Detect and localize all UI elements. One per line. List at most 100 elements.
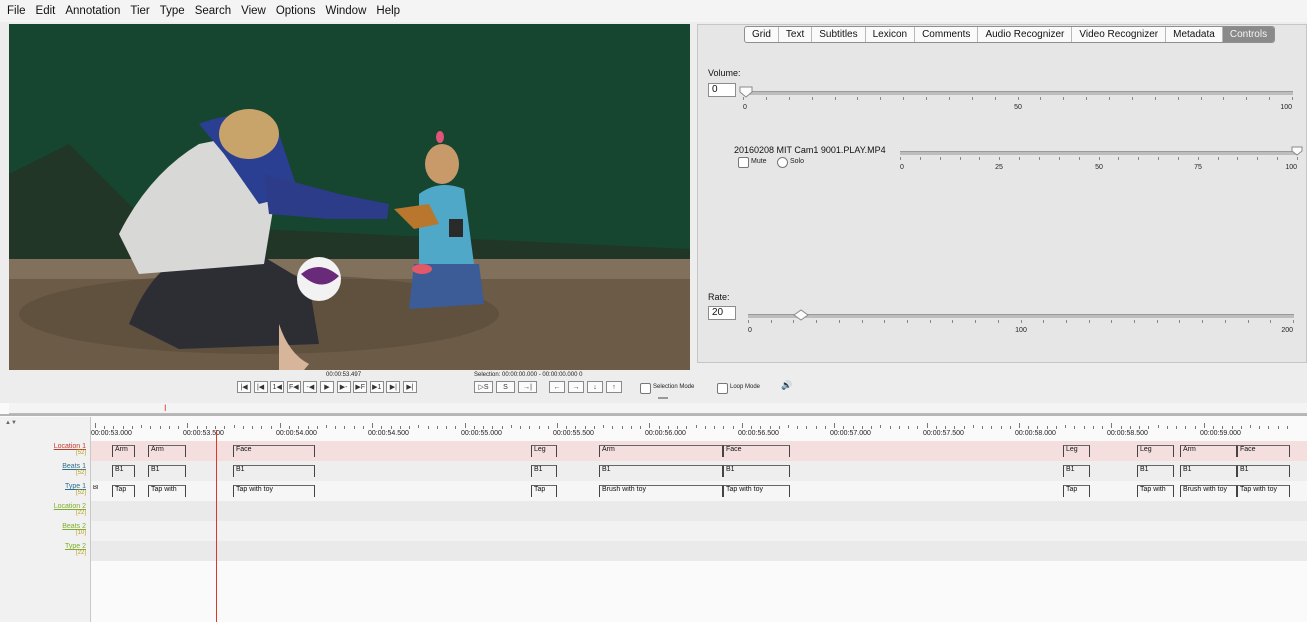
loop-mode-checkbox[interactable] bbox=[717, 383, 728, 394]
player-button-0[interactable]: |◀ bbox=[237, 381, 251, 393]
selection-button-5[interactable]: ↓ bbox=[587, 381, 603, 393]
tab-comments[interactable]: Comments bbox=[915, 27, 979, 42]
player-button-6[interactable]: ▶- bbox=[336, 381, 351, 393]
tab-video-recognizer[interactable]: Video Recognizer bbox=[1072, 27, 1167, 42]
tab-grid[interactable]: Grid bbox=[745, 27, 779, 42]
tier-row[interactable] bbox=[91, 521, 1307, 541]
menu-edit[interactable]: Edit bbox=[31, 5, 61, 17]
solo-radio[interactable] bbox=[777, 157, 788, 168]
video-image bbox=[9, 24, 690, 370]
file-volume-slider-track[interactable] bbox=[900, 151, 1298, 155]
tab-subtitles[interactable]: Subtitles bbox=[812, 27, 866, 42]
overview-ruler[interactable] bbox=[9, 403, 1307, 414]
menu-tier[interactable]: Tier bbox=[125, 5, 154, 17]
selection-button-4[interactable]: → bbox=[568, 381, 584, 393]
tab-controls[interactable]: Controls bbox=[1222, 27, 1275, 42]
annotation-beats1[interactable]: B1 bbox=[531, 465, 557, 477]
annotation-location1[interactable]: Leg bbox=[531, 445, 557, 457]
splitter-handle[interactable] bbox=[658, 397, 668, 399]
selection-button-3[interactable]: ← bbox=[549, 381, 565, 393]
tick-mark bbox=[1297, 157, 1298, 160]
annotation-type1-prefix[interactable]: Bl bbox=[91, 485, 100, 497]
tab-text[interactable]: Text bbox=[779, 27, 813, 42]
player-button-3[interactable]: F◀ bbox=[286, 381, 301, 393]
tier-label[interactable]: Location 2 [22] bbox=[0, 503, 90, 516]
menu-annotation[interactable]: Annotation bbox=[60, 5, 125, 17]
overview-cursor[interactable]: I bbox=[164, 403, 174, 415]
annotation-type1[interactable]: Tap with bbox=[1137, 485, 1174, 497]
annotation-beats1[interactable]: B1 bbox=[1063, 465, 1090, 477]
tick-mark bbox=[1293, 320, 1294, 323]
player-button-7[interactable]: ▶F bbox=[353, 381, 368, 393]
ruler-time-label: 00:00:56.000 bbox=[645, 430, 686, 437]
menu-help[interactable]: Help bbox=[371, 5, 405, 17]
annotation-location1[interactable]: Face bbox=[1237, 445, 1290, 457]
collapse-icon[interactable]: ▲▼ bbox=[5, 420, 17, 426]
menu-options[interactable]: Options bbox=[271, 5, 321, 17]
annotation-location1[interactable]: Face bbox=[233, 445, 315, 457]
annotation-location1[interactable]: Face bbox=[723, 445, 790, 457]
mute-checkbox[interactable] bbox=[738, 157, 749, 168]
selection-button-6[interactable]: ↑ bbox=[606, 381, 622, 393]
annotation-location1[interactable]: Leg bbox=[1063, 445, 1090, 457]
ruler-tick bbox=[945, 426, 946, 429]
menu-type[interactable]: Type bbox=[155, 5, 190, 17]
annotation-type1[interactable]: Tap with bbox=[148, 485, 186, 497]
ruler-tick bbox=[483, 426, 484, 429]
annotation-beats1[interactable]: B1 bbox=[1137, 465, 1174, 477]
tier-label[interactable]: Location 1 [52] bbox=[0, 443, 90, 456]
annotation-type1[interactable]: Tap bbox=[1063, 485, 1090, 497]
player-button-5[interactable]: ▶ bbox=[320, 381, 334, 393]
tab-metadata[interactable]: Metadata bbox=[1166, 27, 1223, 42]
player-button-1[interactable]: |◀ bbox=[253, 381, 268, 393]
annotation-location1[interactable]: Arm bbox=[1180, 445, 1237, 457]
menu-window[interactable]: Window bbox=[320, 5, 371, 17]
annotation-location1[interactable]: Arm bbox=[599, 445, 723, 457]
volume-slider-track[interactable] bbox=[743, 91, 1293, 95]
annotation-type1[interactable]: Brush with toy bbox=[1180, 485, 1237, 497]
tab-audio-recognizer[interactable]: Audio Recognizer bbox=[978, 27, 1073, 42]
annotation-beats1[interactable]: B1 bbox=[233, 465, 315, 477]
file-volume-slider-thumb[interactable] bbox=[1291, 146, 1303, 156]
tier-row[interactable] bbox=[91, 541, 1307, 561]
annotation-location1[interactable]: Leg bbox=[1137, 445, 1174, 457]
annotation-beats1[interactable]: B1 bbox=[599, 465, 723, 477]
annotation-type1[interactable]: Tap with toy bbox=[233, 485, 315, 497]
annotation-type1[interactable]: Tap with toy bbox=[1237, 485, 1290, 497]
tier-label[interactable]: Type 2 [22] bbox=[0, 543, 90, 556]
rate-input[interactable]: 20 bbox=[708, 306, 736, 320]
tier-label[interactable]: Beats 2 [10] bbox=[0, 523, 90, 536]
selection-button-2[interactable]: →| bbox=[518, 381, 537, 393]
menu-view[interactable]: View bbox=[236, 5, 271, 17]
player-button-10[interactable]: ▶| bbox=[403, 381, 417, 393]
annotation-beats1[interactable]: B1 bbox=[1180, 465, 1237, 477]
selection-button-0[interactable]: ▷S bbox=[474, 381, 493, 393]
annotation-location1[interactable]: Arm bbox=[112, 445, 135, 457]
annotation-type1[interactable]: Tap with toy bbox=[723, 485, 790, 497]
menu-file[interactable]: File bbox=[0, 5, 31, 17]
player-button-2[interactable]: 1◀ bbox=[270, 381, 285, 393]
selection-button-1[interactable]: S bbox=[496, 381, 515, 393]
annotation-type1[interactable]: Tap bbox=[112, 485, 135, 497]
annotation-beats1[interactable]: B1 bbox=[723, 465, 790, 477]
annotation-beats1[interactable]: B1 bbox=[1237, 465, 1290, 477]
annotation-beats1[interactable]: B1 bbox=[148, 465, 186, 477]
tab-lexicon[interactable]: Lexicon bbox=[866, 27, 916, 42]
tick-mark bbox=[862, 320, 863, 323]
selection-mode-checkbox[interactable] bbox=[640, 383, 651, 394]
player-button-4[interactable]: -◀ bbox=[303, 381, 318, 393]
annotation-type1[interactable]: Brush with toy bbox=[599, 485, 723, 497]
menu-search[interactable]: Search bbox=[190, 5, 236, 17]
speaker-icon[interactable]: 🔊 bbox=[781, 380, 792, 391]
annotation-beats1[interactable]: B1 bbox=[112, 465, 135, 477]
tier-label[interactable]: Beats 1 [52] bbox=[0, 463, 90, 476]
annotation-type1[interactable]: Tap bbox=[531, 485, 557, 497]
player-button-8[interactable]: ▶1 bbox=[369, 381, 384, 393]
volume-input[interactable]: 0 bbox=[708, 83, 736, 97]
tier-label[interactable]: Type 1 [52] bbox=[0, 483, 90, 496]
player-button-9[interactable]: ▶| bbox=[386, 381, 401, 393]
tier-row[interactable] bbox=[91, 501, 1307, 521]
annotation-location1[interactable]: Arm bbox=[148, 445, 186, 457]
time-ruler[interactable]: 00:00:53.000 00:00:53.500 00:00:54.000 00:0… bbox=[91, 421, 1307, 441]
rate-slider-track[interactable] bbox=[748, 314, 1294, 318]
